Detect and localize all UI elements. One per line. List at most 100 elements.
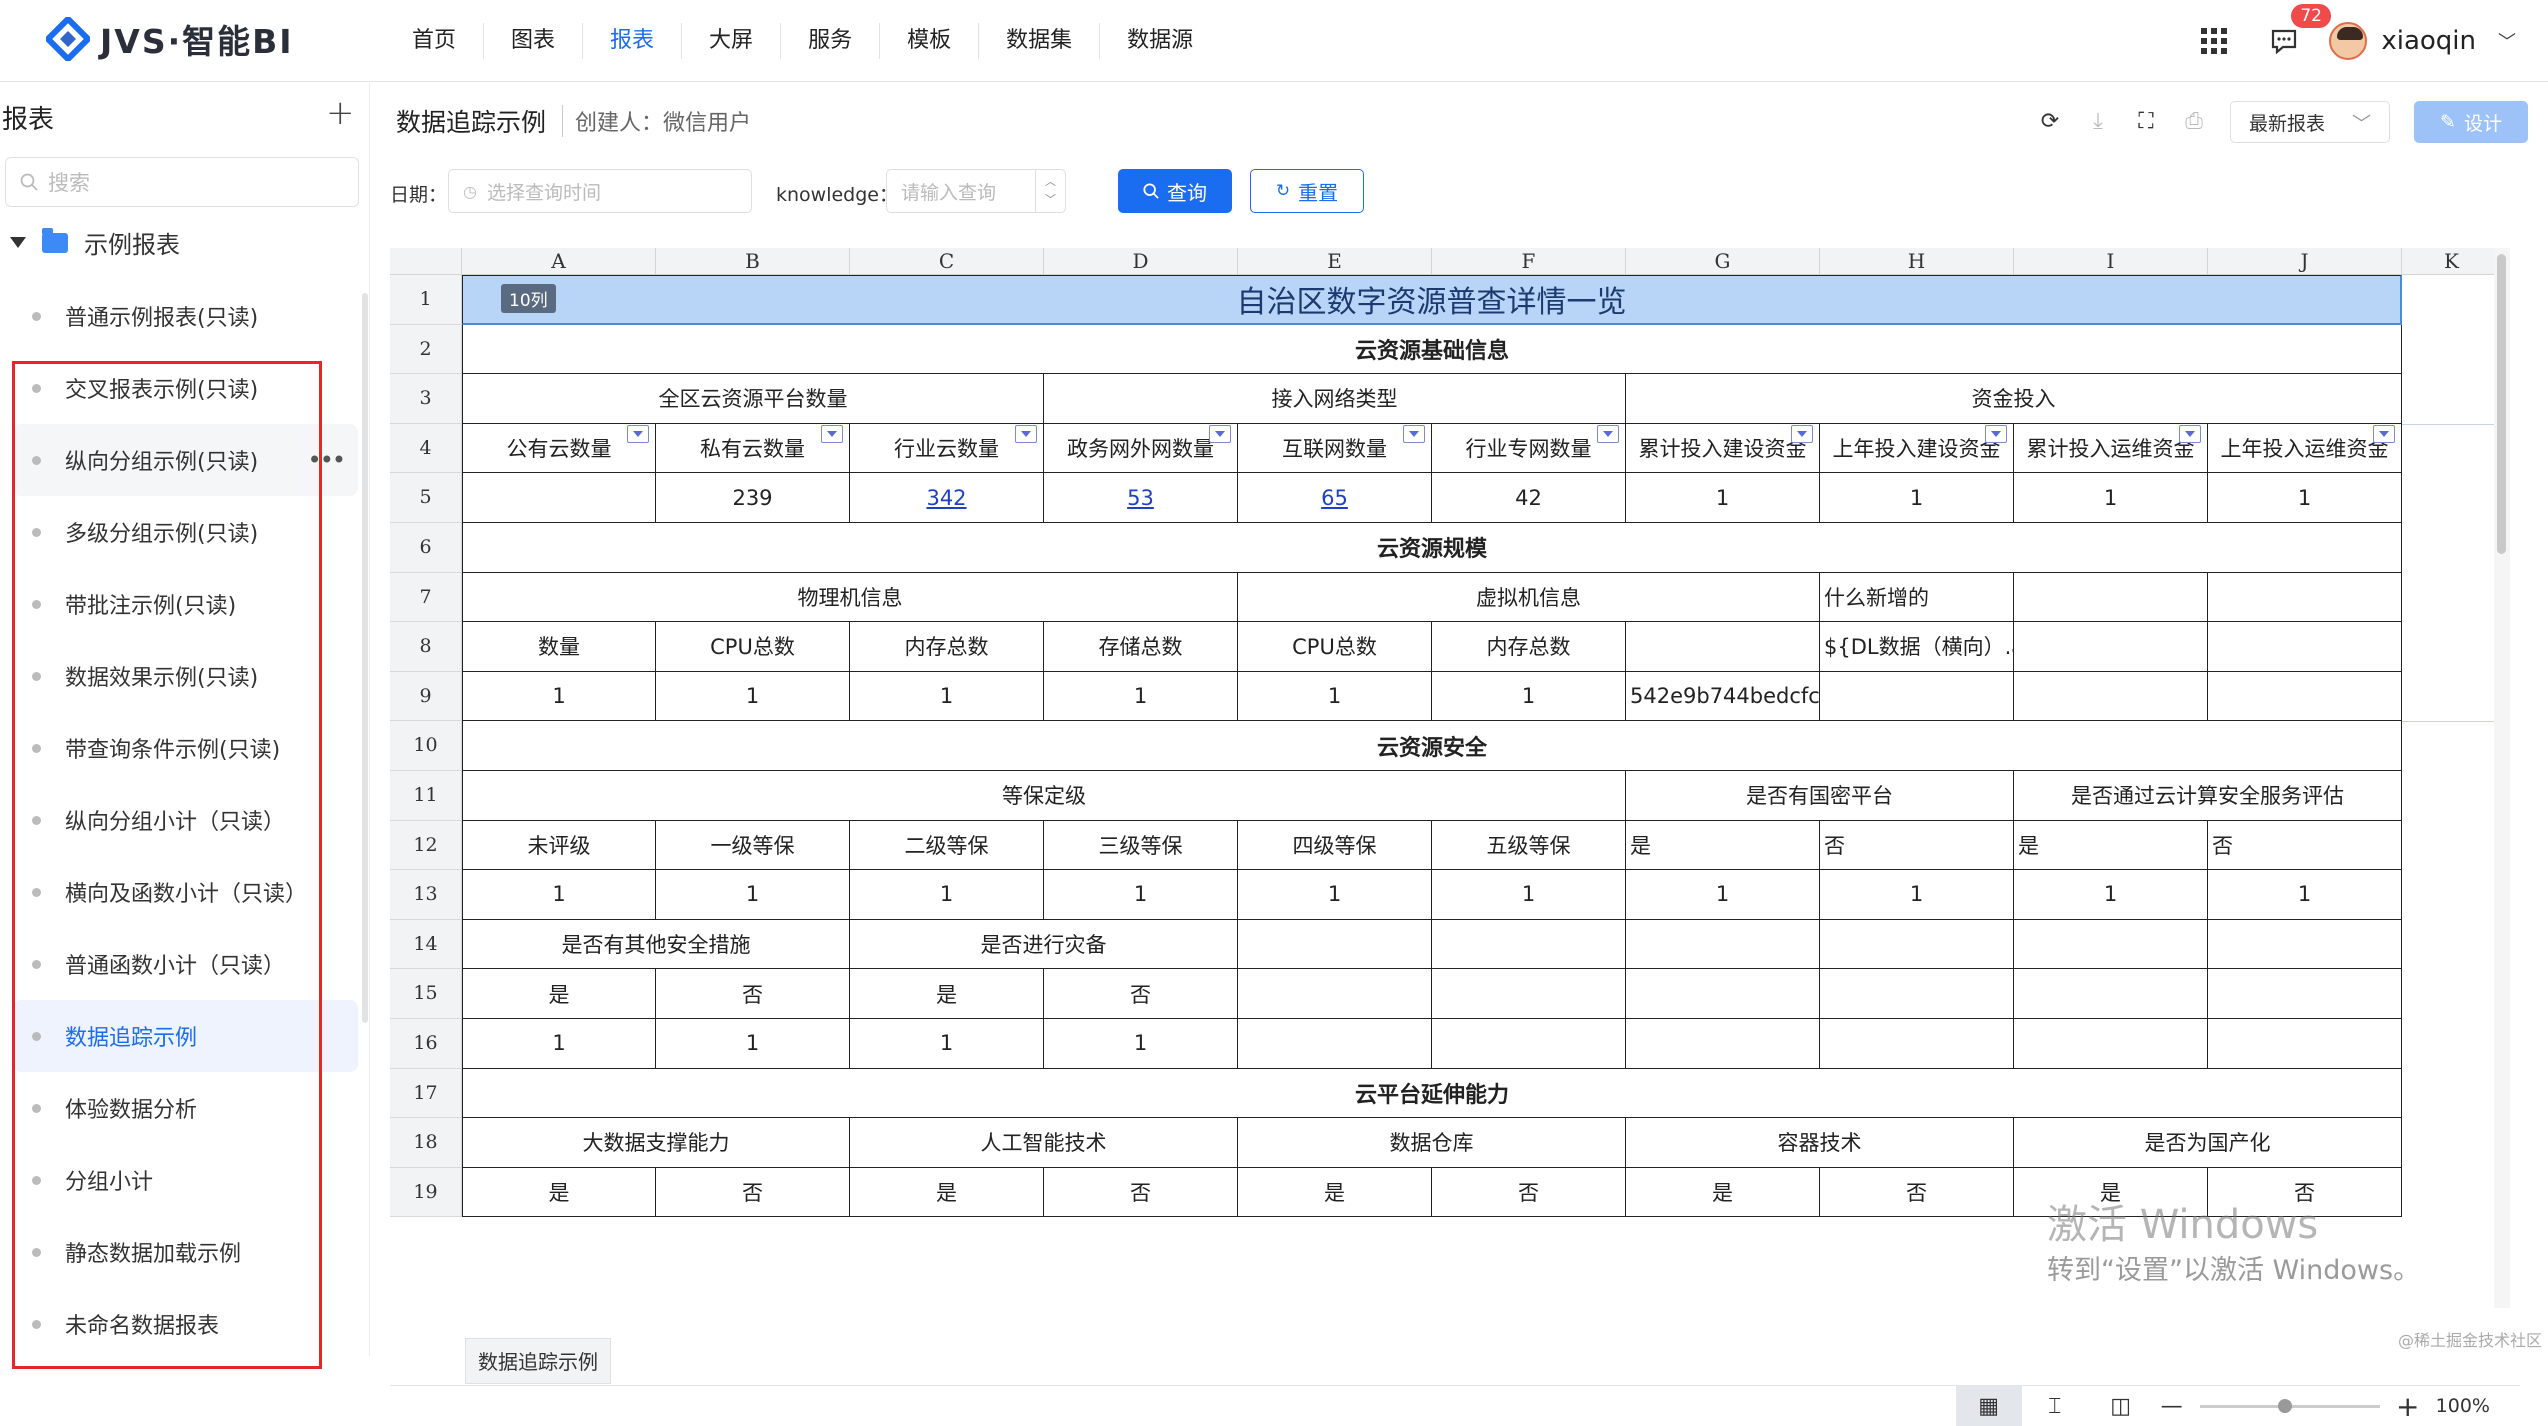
row-header-cell[interactable]: 7 [390,573,461,623]
table-cell[interactable] [462,473,656,523]
table-cell[interactable]: 否 [656,1167,850,1218]
filter-dropdown-icon[interactable] [2179,424,2201,443]
normal-view-icon[interactable]: ▦ [1955,1386,2022,1426]
logo[interactable]: JVS·智能BI [43,12,294,66]
table-cell[interactable]: 资金投入 [1626,374,2402,424]
row-header-cell[interactable]: 11 [390,771,461,821]
table-cell[interactable]: 1 [1044,1019,1238,1069]
filter-dropdown-icon[interactable] [1985,424,2007,443]
column-header-cell[interactable]: B [656,248,850,275]
table-cell[interactable]: 大数据支撑能力 [462,1118,850,1168]
page-break-icon[interactable]: ⌶ [2022,1386,2088,1426]
table-cell[interactable]: 1 [2014,870,2208,920]
table-cell[interactable]: 全区云资源平台数量 [462,374,1044,424]
filter-dropdown-icon[interactable] [1209,424,1231,443]
table-cell[interactable]: 是 [1626,1167,1820,1218]
table-cell[interactable]: 二级等保 [850,820,1044,871]
table-cell[interactable]: 云资源基础信息 [462,324,2402,375]
row-header-cell[interactable]: 3 [390,374,461,424]
table-cell[interactable] [1432,919,1626,970]
zoom-slider-handle[interactable] [2277,1398,2292,1413]
table-cell[interactable]: 542e9b744bedcfc [1626,671,1820,722]
trace-link-cell[interactable]: 53 [1044,473,1238,523]
filter-dropdown-icon[interactable] [627,424,649,443]
table-cell[interactable]: 上年投入运维资金 [2208,423,2402,474]
table-cell[interactable]: 1 [1238,870,1432,920]
table-cell[interactable]: 1 [1432,671,1626,722]
column-header-cell[interactable]: G [1626,248,1820,275]
row-header-cell[interactable]: 14 [390,920,461,970]
chevron-down-icon[interactable]: ﹀ [2498,28,2516,54]
table-cell[interactable]: 1 [1626,473,1820,523]
refresh-icon[interactable]: ⟳ [2038,110,2062,134]
table-cell[interactable] [1238,919,1432,970]
nav-item-7[interactable]: 数据源 [1100,23,1220,59]
table-cell[interactable]: 1 [2014,473,2208,523]
table-cell[interactable]: 是否有国密平台 [1626,771,2014,821]
table-cell[interactable]: 是否为国产化 [2014,1118,2402,1168]
table-cell[interactable]: 否 [1432,1167,1626,1218]
table-cell[interactable]: 1 [1820,473,2014,523]
table-cell[interactable]: 是 [2014,820,2208,871]
table-cell[interactable] [2208,622,2402,672]
table-cell[interactable] [2208,919,2402,970]
knowledge-input[interactable]: 请输入查询 ︿ ﹀ [886,169,1066,213]
table-cell[interactable]: 是否进行灾备 [850,919,1238,970]
table-cell[interactable]: 1 [462,870,656,920]
download-icon[interactable]: ⤓ [2086,110,2110,134]
corner-cell[interactable] [390,248,462,275]
trace-link-cell[interactable]: 342 [850,473,1044,523]
table-cell[interactable]: 内存总数 [1432,622,1626,672]
row-header-cell[interactable]: 15 [390,969,461,1019]
table-cell[interactable] [1820,969,2014,1019]
table-cell[interactable]: 是否通过云计算安全服务评估 [2014,771,2402,821]
table-cell[interactable]: 是 [462,969,656,1019]
table-cell[interactable] [1238,1019,1432,1069]
zoom-in-icon[interactable]: + [2390,1386,2426,1426]
table-cell[interactable]: 五级等保 [1432,820,1626,871]
add-icon[interactable]: + [326,93,355,133]
row-header-cell[interactable]: 8 [390,622,461,672]
row-header-cell[interactable]: 4 [390,424,461,474]
row-header-cell[interactable]: 18 [390,1118,461,1168]
print-icon[interactable]: ⎙ [2182,110,2206,134]
zoom-out-icon[interactable]: — [2154,1386,2190,1426]
row-header-cell[interactable]: 6 [390,523,461,573]
table-cell[interactable]: 云资源安全 [462,721,2402,771]
table-cell[interactable] [1432,1019,1626,1069]
row-header-cell[interactable]: 12 [390,821,461,871]
table-cell[interactable]: 1 [850,1019,1044,1069]
message-icon[interactable]: 72 [2269,4,2331,56]
table-cell[interactable]: 1 [656,1019,850,1069]
table-cell[interactable]: CPU总数 [1238,622,1432,672]
table-cell[interactable]: 是 [462,1167,656,1218]
table-cell[interactable] [1626,919,1820,970]
table-cell[interactable]: 1 [1432,870,1626,920]
search-input[interactable]: 搜索 [5,157,359,207]
column-header-cell[interactable]: C [850,248,1044,275]
table-cell[interactable] [1626,622,1820,672]
table-cell[interactable]: 是 [850,1167,1044,1218]
filter-dropdown-icon[interactable] [1403,424,1425,443]
table-cell[interactable]: 一级等保 [656,820,850,871]
table-cell[interactable]: 容器技术 [1626,1118,2014,1168]
table-cell[interactable]: 1 [1238,671,1432,722]
table-cell[interactable] [2208,671,2402,722]
table-cell[interactable]: 1 [462,671,656,722]
table-cell[interactable]: 1 [656,870,850,920]
nav-item-4[interactable]: 服务 [781,23,881,59]
column-header-cell[interactable]: F [1432,248,1626,275]
table-cell[interactable]: 1 [2208,870,2402,920]
table-cell[interactable] [1238,969,1432,1019]
sidebar-scrollbar[interactable] [362,293,368,1023]
table-cell[interactable]: 数据仓库 [1238,1118,1626,1168]
nav-item-0[interactable]: 首页 [385,23,485,59]
fullscreen-icon[interactable]: ⛶ [2134,110,2158,134]
nav-item-3[interactable]: 大屏 [682,23,782,59]
trace-link-cell[interactable]: 65 [1238,473,1432,523]
column-header-cell[interactable]: H [1820,248,2014,275]
avatar[interactable] [2329,22,2368,60]
table-cell[interactable]: 什么新增的 [1820,572,2014,623]
filter-dropdown-icon[interactable] [1015,424,1037,443]
row-header-cell[interactable]: 19 [390,1168,461,1218]
